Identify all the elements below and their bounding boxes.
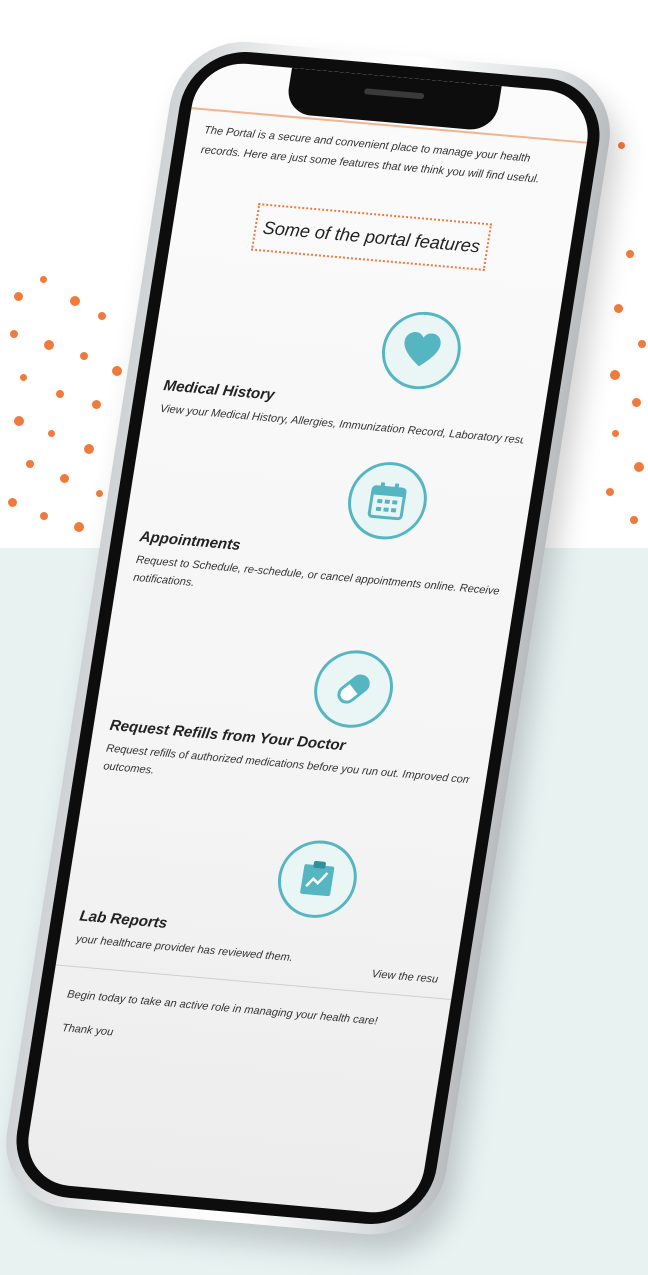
lab-chart-icon (272, 836, 363, 921)
features-heading-box: Some of the portal features (250, 202, 493, 271)
pill-icon (308, 646, 399, 731)
intro-text: The Portal is a secure and convenient pl… (200, 123, 541, 186)
feature-request-refills: Request Refills from Your Doctor Request… (102, 630, 488, 807)
speaker-grille (363, 87, 425, 99)
features-heading: Some of the portal features (261, 216, 482, 256)
feature-appointments: Appointments Request to Schedule, re-sch… (132, 441, 518, 618)
feature-lab-reports: Lab Reports your healthcare provider has… (75, 820, 459, 985)
thank-you-text: Thank you (61, 1021, 115, 1038)
feature-medical-history: Medical History View your Medical Histor… (159, 290, 543, 449)
heart-icon (376, 308, 467, 392)
calendar-icon (342, 458, 433, 543)
closing-text: Begin today to take an active role in ma… (66, 988, 379, 1028)
